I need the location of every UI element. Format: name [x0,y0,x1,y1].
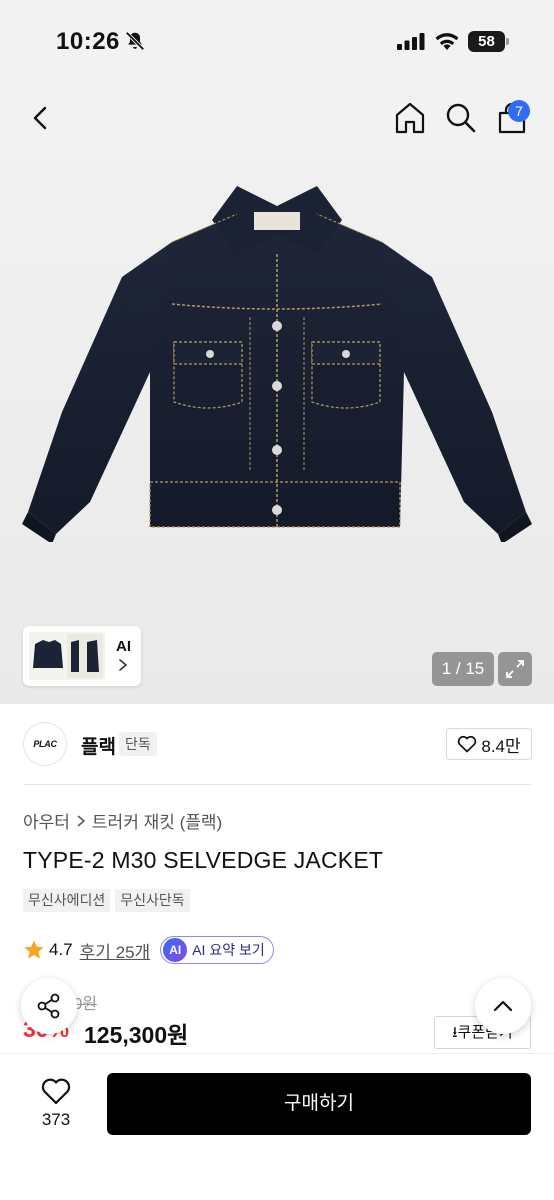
breadcrumb: 아우터 트러커 재킷 (플랙) [23,808,222,833]
brand-like-count: 8.4만 [481,736,521,756]
share-icon [37,993,60,1019]
battery-indicator: 58 [468,31,510,52]
back-arrow-icon[interactable] [22,100,58,136]
product-title: TYPE-2 M30 SELVEDGE JACKET [23,847,384,873]
brand-exclusive-tag: 단독 [119,732,157,756]
status-time: 10:26 [56,28,120,55]
cart-count-badge: 7 [508,100,530,122]
chevron-right-icon [119,659,128,671]
home-icon[interactable] [392,100,428,136]
rating-row: 4.7 후기 25개 AI AI 요약 보기 [23,936,274,964]
tag-musinsa-edition: 무신사에디션 [23,889,111,912]
battery-level: 58 [468,31,505,52]
chevron-up-icon [493,1000,513,1012]
heart-icon [458,735,477,753]
brand-logo-text: PLAC [33,739,57,749]
divider [23,784,531,785]
wifi-icon [435,33,459,50]
bottom-action-bar: 373 구매하기 [0,1054,554,1200]
breadcrumb-item-category[interactable]: 트러커 재킷 (플랙) [92,808,222,833]
share-button[interactable] [21,978,77,1034]
review-count-link[interactable]: 후기 25개 [80,938,151,963]
chevron-right-icon [77,814,86,827]
brand-logo[interactable]: PLAC [23,722,67,766]
rating-value: 4.7 [49,940,73,959]
heart-icon[interactable] [40,1076,72,1106]
wishlist-count: 373 [41,1110,71,1129]
ai-summary-label: AI 요약 보기 [192,942,265,958]
final-price: 125,300원 [84,1022,189,1048]
buy-button[interactable]: 구매하기 [107,1073,531,1135]
search-icon[interactable] [443,100,479,136]
cellular-signal-icon [397,33,425,50]
image-page-counter: 1 / 15 [432,652,494,686]
expand-icon [506,660,524,678]
status-bar: 10:26 58 [0,0,554,82]
ai-label: AI [116,638,131,655]
brand-name[interactable]: 플랙 [81,732,116,759]
top-nav-bar [0,82,554,156]
scroll-to-top-button[interactable] [475,978,531,1034]
product-tags: 무신사에디션 무신사단독 [23,889,190,912]
ai-summary-button[interactable]: AI AI 요약 보기 [160,936,274,964]
brand-like-button[interactable]: 8.4만 [446,728,532,760]
brand-row: PLAC 플랙 단독 8.4만 [0,718,554,772]
expand-image-button[interactable] [498,652,532,686]
breadcrumb-item-outer[interactable]: 아우터 [23,808,70,833]
ai-lookbook-card[interactable]: AI [23,626,141,686]
star-icon [24,940,44,959]
ai-badge-icon: AI [163,938,188,962]
product-image-denim-jacket[interactable] [22,182,532,542]
product-image-gallery[interactable]: AI 1 / 15 [0,156,554,704]
lookbook-thumbnail [29,632,105,680]
bell-off-icon [125,31,145,51]
tag-musinsa-exclusive: 무신사단독 [115,889,190,912]
battery-cap [506,38,509,45]
